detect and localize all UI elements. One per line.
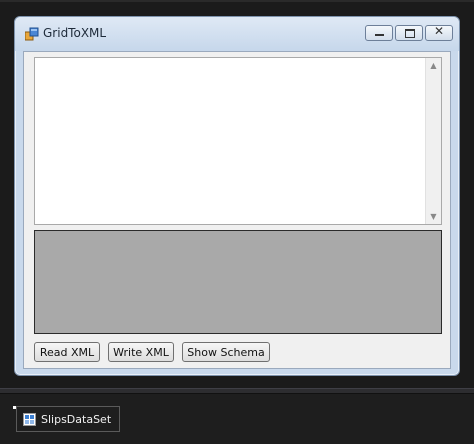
read-xml-button[interactable]: Read XML [34, 342, 100, 362]
minimize-button[interactable] [365, 25, 393, 41]
scroll-up-icon[interactable]: ▲ [426, 61, 441, 70]
form-client-area: ▲ ▼ Read XML Write XML Show Schema [23, 51, 451, 369]
close-icon: ✕ [433, 24, 445, 38]
title-bar[interactable]: GridToXML ✕ [15, 17, 459, 51]
form-icon [25, 27, 39, 41]
maximize-icon [405, 29, 415, 38]
form-window[interactable]: GridToXML ✕ ▲ ▼ Read XML Write XML Show … [14, 16, 460, 376]
write-xml-button[interactable]: Write XML [108, 342, 174, 362]
close-button[interactable]: ✕ [425, 24, 453, 41]
designer-surface: GridToXML ✕ ▲ ▼ Read XML Write XML Show … [0, 0, 474, 388]
textbox-vertical-scrollbar[interactable]: ▲ ▼ [425, 58, 441, 224]
show-schema-button[interactable]: Show Schema [182, 342, 270, 362]
tray-component-slipsdataset[interactable]: SlipsDataSet [16, 406, 120, 432]
xml-textbox[interactable]: ▲ ▼ [34, 57, 442, 225]
tray-component-label: SlipsDataSet [41, 412, 112, 426]
dataset-icon [23, 412, 36, 426]
data-grid-view[interactable] [34, 230, 442, 334]
scroll-down-icon[interactable]: ▼ [426, 212, 441, 221]
window-title: GridToXML [43, 26, 107, 40]
maximize-button[interactable] [395, 25, 423, 41]
minimize-icon [375, 34, 384, 36]
